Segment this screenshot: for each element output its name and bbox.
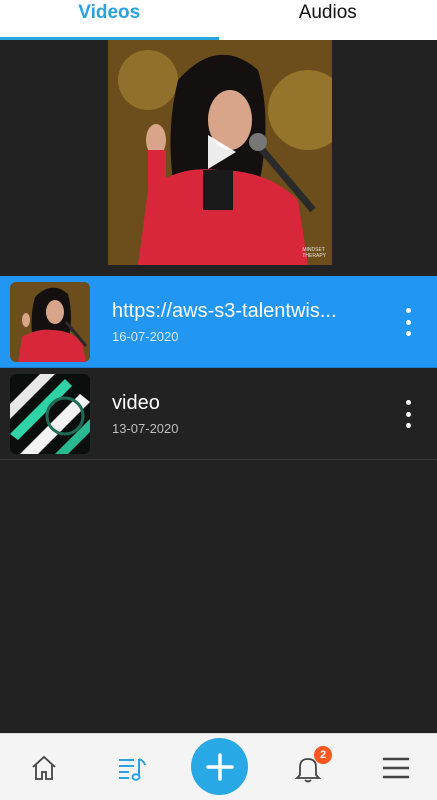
video-player: MINDSET THERAPY bbox=[0, 40, 437, 275]
home-icon[interactable] bbox=[22, 734, 66, 800]
bottom-navigation: 2 bbox=[0, 733, 437, 800]
tab-videos-label: Videos bbox=[78, 2, 141, 23]
more-options-icon[interactable] bbox=[403, 308, 413, 336]
more-options-icon[interactable] bbox=[403, 400, 413, 428]
list-item[interactable]: video 13-07-2020 bbox=[0, 368, 437, 460]
item-title: https://aws-s3-talentwis... bbox=[112, 299, 337, 322]
video-thumbnail bbox=[10, 373, 90, 454]
list-item[interactable]: https://aws-s3-talentwis... 16-07-2020 bbox=[0, 276, 437, 368]
tab-audios-label: Audios bbox=[298, 2, 357, 23]
playlist-music-icon[interactable] bbox=[110, 734, 154, 800]
video-thumbnail bbox=[10, 281, 90, 362]
video-preview[interactable]: MINDSET THERAPY bbox=[108, 40, 332, 265]
media-list: https://aws-s3-talentwis... 16-07-2020 v… bbox=[0, 276, 437, 460]
notification-badge: 2 bbox=[314, 746, 332, 764]
watermark-logo: MINDSET THERAPY bbox=[302, 247, 326, 259]
add-button[interactable] bbox=[191, 738, 248, 795]
menu-icon[interactable] bbox=[374, 734, 418, 800]
item-date: 13-07-2020 bbox=[112, 420, 179, 436]
add-icon bbox=[205, 752, 234, 781]
play-icon[interactable] bbox=[208, 135, 236, 169]
item-date: 16-07-2020 bbox=[112, 328, 179, 344]
tab-videos[interactable]: Videos bbox=[0, 0, 219, 40]
bell-icon[interactable] bbox=[286, 734, 330, 800]
item-title: video bbox=[112, 391, 160, 414]
tab-audios[interactable]: Audios bbox=[219, 0, 437, 40]
tab-bar: Videos Audios bbox=[0, 0, 437, 40]
